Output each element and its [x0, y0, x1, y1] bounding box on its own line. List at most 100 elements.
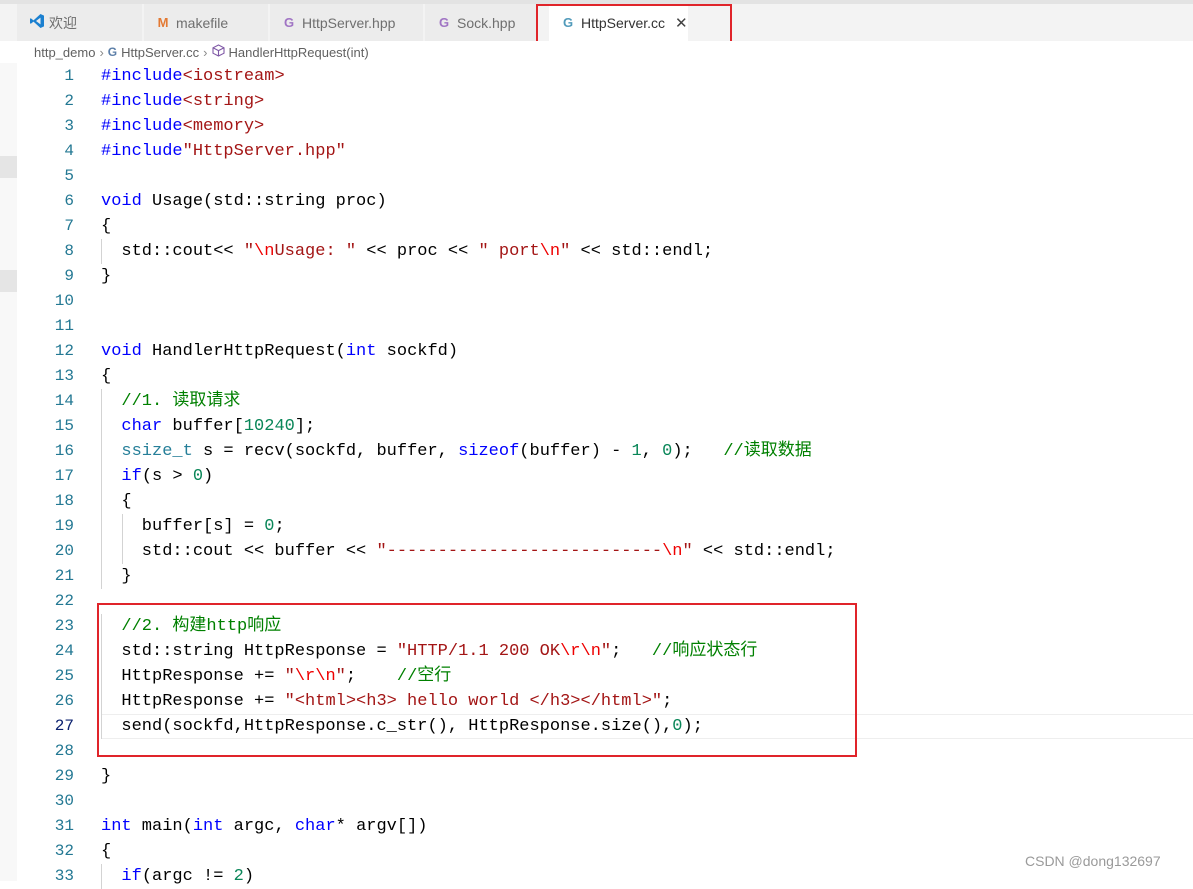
code-text: char buffer[10240];	[121, 417, 316, 436]
method-cube-icon	[211, 44, 225, 60]
line-number: 25	[54, 667, 74, 685]
breadcrumb-file[interactable]: HttpServer.cc	[121, 45, 199, 60]
chevron-right-icon: ›	[99, 44, 104, 60]
line-number: 20	[54, 542, 74, 560]
code-line[interactable]: 7{	[0, 214, 1193, 239]
line-number: 9	[64, 267, 74, 285]
code-line[interactable]: 10	[0, 289, 1193, 314]
code-line[interactable]: 14 //1. 读取请求	[0, 389, 1193, 414]
line-number: 24	[54, 642, 74, 660]
code-line[interactable]: 11	[0, 314, 1193, 339]
line-number: 27	[54, 717, 74, 735]
code-text: }	[101, 267, 112, 286]
code-text: #include"HttpServer.hpp"	[101, 142, 346, 161]
editor-tab-bar: 欢迎 M makefile G HttpServer.hpp G Sock.hp…	[0, 4, 1193, 49]
code-line[interactable]: 2 #include<string>	[0, 89, 1193, 114]
tab-label: makefile	[176, 14, 229, 31]
code-text: void Usage(std::string proc)	[101, 192, 387, 211]
code-line[interactable]: 4 #include"HttpServer.hpp"	[0, 139, 1193, 164]
code-editor[interactable]: 1 #include<iostream> 2 #include<string> 3 #in…	[0, 63, 1193, 889]
code-text: #include<memory>	[101, 117, 265, 136]
cpp-header-file-icon: G	[438, 15, 450, 30]
line-number: 31	[54, 817, 74, 835]
code-text: #include<iostream>	[101, 67, 285, 86]
line-number: 6	[64, 192, 74, 210]
code-line[interactable]: 3 #include<memory>	[0, 114, 1193, 139]
line-number: 28	[54, 742, 74, 760]
line-number: 2	[64, 92, 74, 110]
code-line[interactable]: 17 if(s > 0)	[0, 464, 1193, 489]
code-line[interactable]: 6 void Usage(std::string proc)	[0, 189, 1193, 214]
watermark: CSDN @dong132697	[1025, 853, 1161, 869]
code-text: {	[101, 842, 112, 861]
code-text: if(s > 0)	[121, 467, 214, 486]
tab-label: Sock.hpp	[457, 14, 516, 31]
line-number: 32	[54, 842, 74, 860]
makefile-icon: M	[157, 15, 169, 30]
cpp-file-icon: G	[107, 45, 118, 59]
line-number: 3	[64, 117, 74, 135]
code-text: }	[101, 767, 112, 786]
line-number: 30	[54, 792, 74, 810]
line-number: 19	[54, 517, 74, 535]
line-number: 26	[54, 692, 74, 710]
line-number: 7	[64, 217, 74, 235]
line-number: 33	[54, 867, 74, 885]
tab-label: HttpServer.hpp	[302, 14, 396, 31]
code-line[interactable]: 8 std::cout<< "\nUsage: " << proc << " p…	[0, 239, 1193, 264]
line-number: 17	[54, 467, 74, 485]
code-text: int main(int argc, char* argv[])	[101, 817, 428, 836]
code-line[interactable]: 32 {	[0, 839, 1193, 864]
tab-makefile[interactable]: M makefile	[144, 4, 269, 41]
breadcrumb-folder[interactable]: http_demo	[34, 45, 95, 60]
line-number: 23	[54, 617, 74, 635]
line-number: 10	[54, 292, 74, 310]
code-line[interactable]: 13 {	[0, 364, 1193, 389]
code-text: {	[101, 367, 112, 386]
tab-welcome[interactable]: 欢迎	[17, 4, 143, 41]
code-line[interactable]: 16 ssize_t s = recv(sockfd, buffer, size…	[0, 439, 1193, 464]
tab-sock-hpp[interactable]: G Sock.hpp	[425, 4, 537, 41]
line-number: 8	[64, 242, 74, 260]
tab-label: 欢迎	[49, 14, 77, 31]
code-highlight-box	[97, 603, 857, 757]
code-text: buffer[s] = 0;	[101, 517, 285, 536]
code-text: #include<string>	[101, 92, 265, 111]
line-number: 15	[54, 417, 74, 435]
code-line[interactable]: 31 int main(int argc, char* argv[])	[0, 814, 1193, 839]
code-line[interactable]: 12 void HandlerHttpRequest(int sockfd)	[0, 339, 1193, 364]
line-number: 1	[64, 67, 74, 85]
code-line[interactable]: 33 if(argc != 2)	[0, 864, 1193, 889]
code-line[interactable]: 18 {	[0, 489, 1193, 514]
line-number: 22	[54, 592, 74, 610]
code-text: std::cout<< "\nUsage: " << proc << " por…	[101, 242, 714, 261]
code-line[interactable]: 1 #include<iostream>	[0, 64, 1193, 89]
line-number: 29	[54, 767, 74, 785]
code-text: {	[101, 217, 112, 236]
vscode-logo-icon	[29, 13, 44, 32]
code-line[interactable]: 9}	[0, 264, 1193, 289]
line-number: 18	[54, 492, 74, 510]
line-number: 4	[64, 142, 74, 160]
code-text: //1. 读取请求	[121, 392, 241, 411]
code-line[interactable]: 5	[0, 164, 1193, 189]
breadcrumb: http_demo › G HttpServer.cc › HandlerHtt…	[0, 41, 1193, 63]
line-number: 21	[54, 567, 74, 585]
code-line[interactable]: 20 std::cout << buffer << "-------------…	[0, 539, 1193, 564]
line-number: 14	[54, 392, 74, 410]
tab-httpserver-hpp[interactable]: G HttpServer.hpp	[270, 4, 424, 41]
line-number: 13	[54, 367, 74, 385]
code-text: {	[101, 492, 132, 511]
line-number: 12	[54, 342, 74, 360]
code-line[interactable]: 21 }	[0, 564, 1193, 589]
line-number: 5	[64, 167, 74, 185]
code-text: std::cout << buffer << "----------------…	[101, 542, 836, 561]
code-line[interactable]: 19 buffer[s] = 0;	[0, 514, 1193, 539]
breadcrumb-symbol[interactable]: HandlerHttpRequest(int)	[229, 45, 369, 60]
code-text: if(argc != 2)	[121, 867, 255, 886]
code-line[interactable]: 15 char buffer[10240];	[0, 414, 1193, 439]
code-text: }	[101, 567, 132, 586]
code-line[interactable]: 30	[0, 789, 1193, 814]
code-line[interactable]: 29}	[0, 764, 1193, 789]
cpp-header-file-icon: G	[283, 15, 295, 30]
